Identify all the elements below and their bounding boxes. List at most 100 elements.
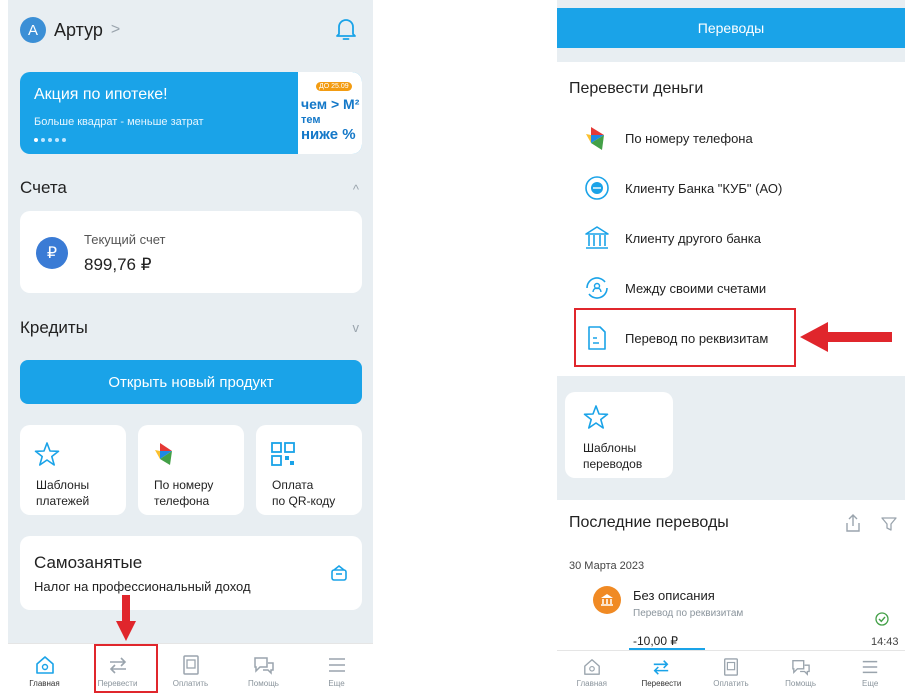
tab-label: Оплатить bbox=[713, 679, 749, 688]
pagination-dot bbox=[41, 138, 45, 142]
tile-phone-transfer[interactable]: По номеру телефона bbox=[138, 425, 244, 515]
bank-building-icon bbox=[593, 586, 621, 614]
tab-label: Еще bbox=[862, 679, 879, 688]
art-date-badge: ДО 25.09 bbox=[316, 82, 352, 91]
item-label: Клиенту другого банка bbox=[625, 230, 761, 246]
other-bank-icon bbox=[585, 226, 609, 249]
help-chat-icon bbox=[791, 660, 810, 676]
transfer-by-phone-item[interactable]: По номеру телефона bbox=[583, 124, 753, 152]
banner-artwork: ДО 25.09 чем > М² тем ниже % bbox=[298, 72, 362, 154]
bell-icon[interactable] bbox=[335, 16, 357, 42]
tab-label: Главная bbox=[576, 679, 608, 688]
check-circle-icon bbox=[875, 612, 889, 626]
pagination-dot bbox=[55, 138, 59, 142]
tab-more[interactable]: Еще bbox=[300, 644, 373, 693]
menu-icon bbox=[328, 658, 345, 672]
tile-label: По номеру телефона bbox=[154, 478, 214, 508]
ruble-icon: ₽ bbox=[36, 237, 68, 269]
art-text-line2: тем bbox=[301, 114, 321, 126]
item-label: По номеру телефона bbox=[625, 130, 753, 146]
red-arrow-down-annotation bbox=[116, 595, 136, 641]
menu-icon bbox=[862, 660, 878, 674]
tile-qr-payment[interactable]: Оплата по QR-коду bbox=[256, 425, 362, 515]
home-icon bbox=[583, 659, 600, 675]
page: А Артур > Акция по ипотеке! Больше квадр… bbox=[0, 0, 910, 693]
red-arrow-left-annotation bbox=[800, 322, 892, 352]
transaction-time: 14:43 bbox=[871, 636, 899, 648]
tab-help[interactable]: Помощь bbox=[227, 644, 300, 693]
tab-label: Главная bbox=[29, 679, 60, 688]
transaction-title[interactable]: Без описания bbox=[633, 588, 715, 603]
transfer-templates-card[interactable]: Шаблоны переводов bbox=[565, 392, 673, 478]
chevron-right-icon: > bbox=[110, 21, 121, 38]
home-icon bbox=[35, 656, 54, 674]
pagination-dot bbox=[62, 138, 66, 142]
transfer-date: 30 Марта 2023 bbox=[569, 560, 645, 572]
screen-header: Переводы bbox=[557, 8, 905, 48]
home-screen: А Артур > Акция по ипотеке! Больше квадр… bbox=[8, 0, 373, 693]
tab-home[interactable]: Главная bbox=[557, 651, 627, 693]
tab-pay[interactable]: Оплатить bbox=[154, 644, 227, 693]
transfer-bank-client-item[interactable]: Клиенту Банка "КУБ" (АО) bbox=[583, 174, 782, 202]
tab-label: Оплатить bbox=[172, 679, 209, 688]
promo-banner[interactable]: Акция по ипотеке! Больше квадрат - меньш… bbox=[20, 72, 362, 154]
open-new-product-button[interactable]: Открыть новый продукт bbox=[20, 360, 362, 404]
banner-pagination bbox=[34, 138, 66, 142]
tab-pay[interactable]: Оплатить bbox=[696, 651, 766, 693]
profile-header[interactable]: А Артур > bbox=[20, 14, 361, 46]
templates-label: Шаблоны переводов bbox=[583, 441, 643, 471]
pay-icon bbox=[724, 658, 738, 676]
bottom-tab-bar: Главная Перевести Оплатить Помощь Еще bbox=[557, 650, 905, 693]
self-employed-subtitle: Налог на профессиональный доход bbox=[34, 579, 251, 594]
tile-label: Оплата по QR-коду bbox=[272, 478, 336, 508]
transfers-screen: Переводы Перевести деньги По номеру теле… bbox=[557, 0, 905, 693]
tab-help[interactable]: Помощь bbox=[766, 651, 836, 693]
bank-client-icon bbox=[585, 176, 609, 200]
tab-more[interactable]: Еще bbox=[835, 651, 905, 693]
account-card[interactable]: ₽ Текущий счет 899,76 ₽ bbox=[20, 211, 362, 293]
chevron-down-icon[interactable]: v bbox=[353, 320, 360, 335]
envelope-icon bbox=[331, 564, 347, 581]
chevron-up-icon[interactable]: ^ bbox=[353, 182, 359, 197]
transfer-other-bank-item[interactable]: Клиенту другого банка bbox=[583, 224, 761, 252]
art-text-line1: чем > М² bbox=[301, 96, 360, 112]
tab-label: Помощь bbox=[785, 679, 817, 688]
star-icon bbox=[583, 405, 609, 429]
tab-home[interactable]: Главная bbox=[8, 644, 81, 693]
account-name: Текущий счет bbox=[84, 232, 166, 247]
tile-label: Шаблоны платежей bbox=[36, 478, 90, 508]
tab-label: Перевести bbox=[641, 679, 682, 688]
star-icon bbox=[34, 442, 60, 466]
banner-subtitle: Больше квадрат - меньше затрат bbox=[34, 116, 204, 128]
help-chat-icon bbox=[253, 657, 274, 675]
transfer-arrows-icon bbox=[654, 660, 669, 675]
tab-transfer[interactable]: Перевести bbox=[627, 651, 697, 693]
share-icon[interactable] bbox=[844, 513, 862, 533]
qr-code-icon bbox=[271, 442, 295, 466]
highlight-box-details-transfer bbox=[574, 308, 796, 367]
tile-payment-templates[interactable]: Шаблоны платежей bbox=[20, 425, 126, 515]
user-name[interactable]: Артур bbox=[54, 20, 103, 41]
phone-transfer-icon bbox=[586, 127, 604, 150]
tab-label: Помощь bbox=[248, 679, 279, 688]
self-employed-card[interactable]: Самозанятые Налог на профессиональный до… bbox=[20, 536, 362, 610]
pagination-dot bbox=[48, 138, 52, 142]
pagination-dot bbox=[34, 138, 38, 142]
panel-title: Перевести деньги bbox=[569, 80, 704, 97]
accounts-section-title[interactable]: Счета bbox=[20, 178, 67, 198]
credits-section-title[interactable]: Кредиты bbox=[20, 318, 88, 338]
transfer-between-accounts-item[interactable]: Между своими счетами bbox=[583, 274, 766, 302]
avatar[interactable]: А bbox=[20, 17, 46, 43]
recent-title: Последние переводы bbox=[569, 514, 729, 531]
tab-label: Еще bbox=[328, 679, 345, 688]
transaction-amount: -10,00 ₽ bbox=[633, 634, 678, 648]
account-balance: 899,76 ₽ bbox=[84, 255, 152, 274]
item-label: Клиенту Банка "КУБ" (АО) bbox=[625, 180, 783, 196]
transaction-type: Перевод по реквизитам bbox=[633, 608, 744, 619]
phone-transfer-icon bbox=[155, 443, 172, 465]
recent-transfers-panel: Последние переводы 30 Марта 2023 Без опи… bbox=[557, 500, 905, 650]
self-employed-title: Самозанятые bbox=[34, 553, 143, 572]
filter-icon[interactable] bbox=[881, 516, 897, 532]
banner-title: Акция по ипотеке! bbox=[34, 86, 168, 103]
highlight-box-transfer-tab bbox=[94, 644, 158, 693]
